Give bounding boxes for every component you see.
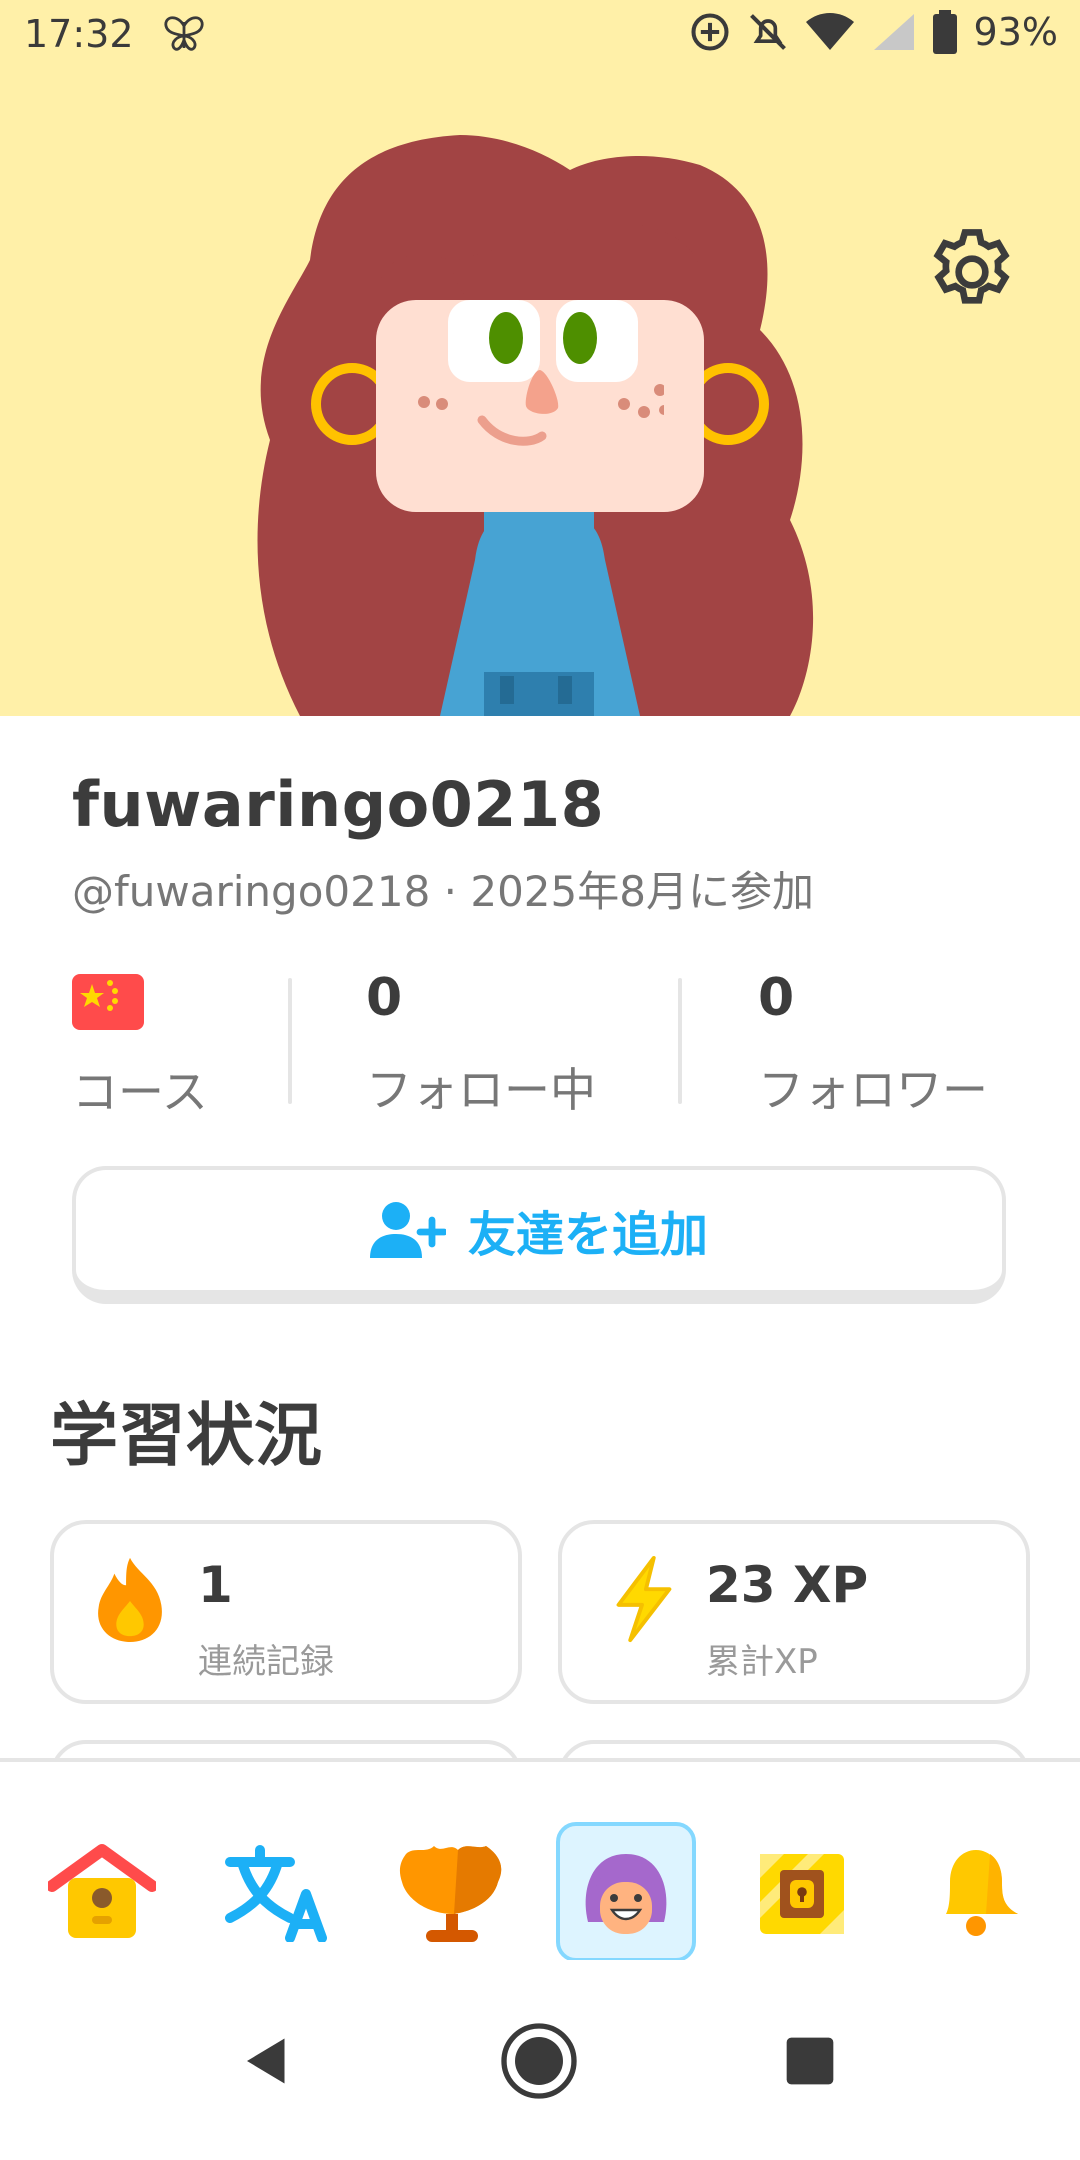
xp-label: 累計XP	[706, 1642, 818, 1682]
home-circle-icon	[501, 2023, 577, 2099]
add-user-icon	[369, 1202, 446, 1258]
stat-divider	[288, 978, 292, 1104]
back-icon	[247, 2038, 285, 2084]
avatar-illustration[interactable]	[0, 0, 1080, 716]
nav-characters[interactable]	[206, 1822, 346, 1962]
system-nav-bar	[0, 1960, 1080, 2160]
status-bar: 17:32 93%	[0, 0, 1080, 72]
stat-followers[interactable]: 0 フォロワー	[758, 968, 988, 1120]
stat-following[interactable]: 0 フォロー中	[366, 968, 596, 1120]
nav-quests[interactable]	[732, 1822, 872, 1962]
home-icon	[48, 1844, 156, 1938]
streak-value: 1	[198, 1556, 233, 1614]
app-screen: 17:32 93% fuwaringo0218 @fuwaringo0218 ·…	[0, 0, 1080, 2160]
stat-divider	[678, 978, 682, 1104]
mute-icon	[749, 14, 786, 50]
add-friend-label: 友達を追加	[467, 1207, 708, 1263]
nav-profile[interactable]	[556, 1822, 696, 1962]
profile-stats-row: コース 0 フォロー中 0 フォロワー	[0, 968, 1080, 1119]
streak-label: 連続記録	[198, 1642, 334, 1682]
streak-card[interactable]: 1 連続記録	[50, 1520, 522, 1704]
battery-icon	[932, 10, 957, 54]
cn-flag-icon	[72, 974, 144, 1030]
add-friend-button[interactable]: 友達を追加	[72, 1166, 1006, 1304]
translate-icon	[225, 1845, 327, 1942]
xp-value: 23 XP	[706, 1556, 869, 1614]
battery-percent: 93%	[973, 10, 1058, 54]
nav-leagues[interactable]	[382, 1822, 522, 1962]
sync-icon	[691, 13, 729, 51]
fire-icon	[98, 1557, 162, 1643]
back-button[interactable]	[222, 2016, 312, 2106]
bell-icon	[946, 1850, 1018, 1936]
followers-count: 0	[758, 968, 795, 1028]
handle-and-join-date: @fuwaringo0218 · 2025年8月に参加	[72, 867, 814, 916]
learning-status-title: 学習状況	[50, 1397, 323, 1476]
chest-icon	[760, 1854, 844, 1934]
wifi-icon	[805, 13, 854, 50]
league-icon	[399, 1846, 502, 1942]
following-count: 0	[366, 968, 403, 1028]
status-time: 17:32	[24, 12, 134, 56]
following-label: フォロー中	[366, 1063, 596, 1117]
nav-home[interactable]	[32, 1822, 172, 1962]
home-button[interactable]	[494, 2016, 584, 2106]
butterfly-icon	[164, 16, 204, 51]
stat-course[interactable]: コース	[72, 968, 208, 1122]
profile-icon	[585, 1854, 667, 1934]
signal-icon	[873, 14, 914, 50]
total-xp-card[interactable]: 23 XP 累計XP	[558, 1520, 1030, 1704]
bottom-nav	[0, 1758, 1080, 1962]
profile-header	[0, 0, 1080, 716]
course-label: コース	[72, 1065, 208, 1119]
recents-button[interactable]	[765, 2016, 855, 2106]
lightning-icon	[616, 1555, 672, 1643]
followers-label: フォロワー	[758, 1063, 988, 1117]
username: fuwaringo0218	[72, 768, 605, 841]
settings-gear-icon[interactable]	[922, 222, 1022, 322]
nav-notifications[interactable]	[906, 1822, 1046, 1962]
recents-icon	[786, 2037, 834, 2085]
